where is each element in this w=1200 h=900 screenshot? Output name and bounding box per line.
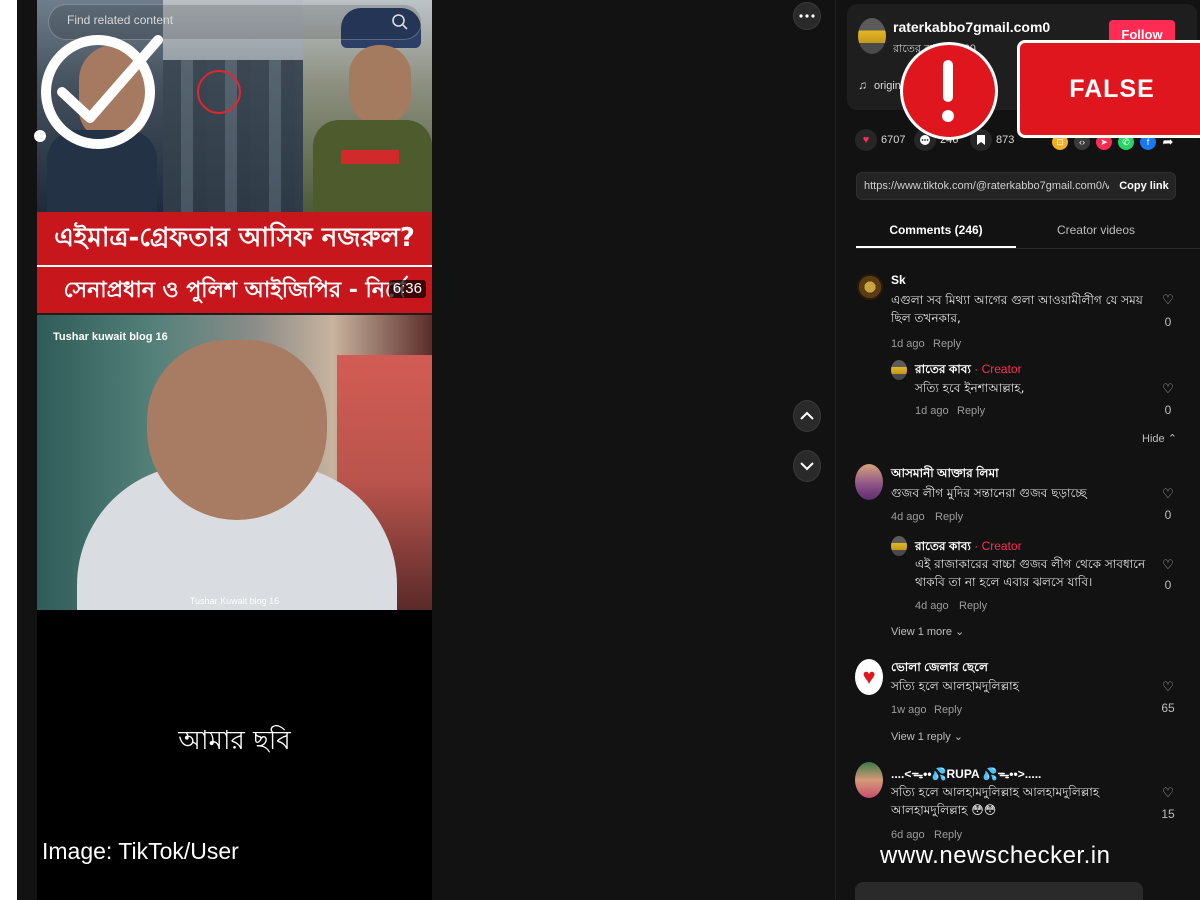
comment-time: 1w ago (891, 704, 927, 716)
comment-text: সত্যি হলে আলহামদুলিল্লাহ আলহামদুলিল্লাহ … (891, 785, 1100, 817)
chevron-down-small-icon: ⌄ (955, 626, 965, 638)
chevron-up-small-icon: ⌃ (1167, 433, 1177, 445)
add-comment-input[interactable] (855, 882, 1143, 900)
creator-tag: · Creator (974, 362, 1022, 376)
newschecker-watermark: www.newschecker.in (880, 842, 1111, 869)
author-username[interactable]: raterkabbo7gmail.com0 (893, 19, 1050, 35)
reply-author-name: রাতের কাব্য (915, 539, 971, 553)
author-avatar[interactable] (858, 18, 886, 54)
like-count: 6707 (881, 134, 906, 146)
comment-avatar[interactable] (855, 464, 883, 500)
reply-like-count: 0 (1164, 578, 1172, 592)
comment-author[interactable]: আসমানী আক্তার লিমা (891, 465, 999, 485)
comment-like-count: 15 (1161, 807, 1175, 821)
reply-time: 1d ago (915, 405, 949, 417)
ellipsis-icon (799, 14, 815, 18)
comment-avatar-heart[interactable]: ♥ (855, 659, 883, 695)
video-link-url: https://www.tiktok.com/@raterkabbo7gmail… (864, 180, 1109, 192)
chevron-down-icon (800, 462, 814, 471)
comment-like-count: 65 (1161, 701, 1175, 715)
search-placeholder: Find related content (67, 13, 174, 27)
hide-replies-label: Hide (1142, 433, 1165, 445)
comment-like-count: 0 (1164, 508, 1172, 522)
comment-avatar[interactable] (857, 274, 883, 300)
search-icon[interactable] (391, 13, 409, 31)
video-duration-badge: 6:36 (388, 280, 426, 298)
chevron-down-small-icon: ⌄ (953, 731, 963, 743)
comment-like-icon[interactable]: ♡ (1161, 679, 1175, 695)
newschecker-check-logo-icon (34, 35, 163, 149)
comment-reply-button[interactable]: Reply (934, 704, 962, 716)
video-channel-caption: Tushar kuwait blog 16 (53, 331, 168, 343)
reply-author[interactable]: রাতের কাব্য · Creator (915, 361, 1022, 381)
exclamation-bar (943, 60, 953, 102)
subheadline-banner: সেনাপ্রধান ও পুলিশ আইজিপির - নির্দে (37, 265, 432, 313)
view-replies-button[interactable]: View 1 reply ⌄ (891, 730, 963, 743)
comment-time: 4d ago (891, 511, 925, 523)
creator-tag: · Creator (974, 539, 1022, 553)
reply-avatar[interactable] (891, 360, 907, 380)
comment-author[interactable]: ....<ᯓ••💦RUPA 💦ᯓ••>..... (891, 765, 1041, 782)
comment-reply-button[interactable]: Reply (935, 511, 963, 523)
tabs-divider (856, 248, 1200, 249)
video-text-overlay: আমার ছবি (178, 726, 291, 756)
reply-like-icon[interactable]: ♡ (1161, 381, 1175, 397)
comment-author[interactable]: ভোলা জেলার ছেলে (891, 659, 988, 679)
view-more-replies-button[interactable]: View 1 more ⌄ (891, 625, 964, 638)
view-reply-label: View 1 reply (891, 731, 951, 743)
reply-reply-button[interactable]: Reply (957, 405, 985, 417)
image-credit: Image: TikTok/User (42, 838, 239, 864)
comment-text: গুজব লীগ মুদির সন্তানেরা গুজব ছড়াচ্ছে (891, 486, 1087, 500)
tab-creator-videos[interactable]: Creator videos (1016, 212, 1176, 248)
reply-author-name: রাতের কাব্য (915, 362, 971, 376)
save-count: 873 (996, 134, 1015, 146)
comment-reply-button[interactable]: Reply (933, 338, 961, 350)
like-heart-icon[interactable]: ♥ (855, 129, 877, 151)
copy-link-button[interactable]: Copy link (1112, 172, 1176, 200)
comment-time: 1d ago (891, 338, 925, 350)
video-player[interactable]: Tushar kuwait blog 16 Tushar Kuwait blog… (37, 315, 432, 610)
reply-avatar[interactable] (891, 536, 907, 556)
comment-author[interactable]: Sk (891, 273, 906, 287)
comment-like-icon[interactable]: ♡ (1161, 785, 1175, 801)
page-margin (0, 0, 17, 900)
reply-like-icon[interactable]: ♡ (1161, 557, 1175, 573)
hide-replies-button[interactable]: Hide ⌃ (1142, 432, 1177, 445)
highlight-circle (197, 70, 241, 114)
comment-reply-button[interactable]: Reply (934, 829, 962, 841)
tab-comments[interactable]: Comments (246) (856, 212, 1016, 248)
comment-like-icon[interactable]: ♡ (1161, 292, 1175, 308)
false-verdict-badge: FALSE (1017, 40, 1200, 138)
video-watermark-caption: Tushar Kuwait blog 16 (189, 596, 280, 606)
reply-text: এই রাজাকারের বাচ্চা গুজব লীগ থেকে সাবধান… (915, 557, 1146, 589)
reply-like-count: 0 (1164, 403, 1172, 417)
comment-text: এগুলা সব মিথ্যা আগের গুলা আওয়ামীলীগ যে … (891, 293, 1143, 325)
comment-text: সত্যি হলে আলহামদুলিল্লাহ (891, 679, 1019, 693)
comment-avatar[interactable] (855, 762, 883, 798)
chevron-up-icon (800, 411, 814, 420)
headline-banner: এইমাত্র-গ্রেফতার আসিফ নজরুল? (37, 212, 432, 265)
comment-like-icon[interactable]: ♡ (1161, 486, 1175, 502)
comment-time: 6d ago (891, 829, 925, 841)
comment-like-count: 0 (1164, 315, 1172, 329)
next-video-button[interactable] (793, 450, 821, 482)
reply-time: 4d ago (915, 600, 949, 612)
more-options-button[interactable] (793, 2, 821, 30)
music-note-icon: ♫ (858, 78, 867, 92)
reply-reply-button[interactable]: Reply (959, 600, 987, 612)
view-more-label: View 1 more (891, 626, 952, 638)
exclamation-dot (942, 110, 954, 122)
previous-video-button[interactable] (793, 400, 821, 432)
reply-text: সত্যি হবে ইনশাআল্লাহ, (915, 381, 1025, 395)
